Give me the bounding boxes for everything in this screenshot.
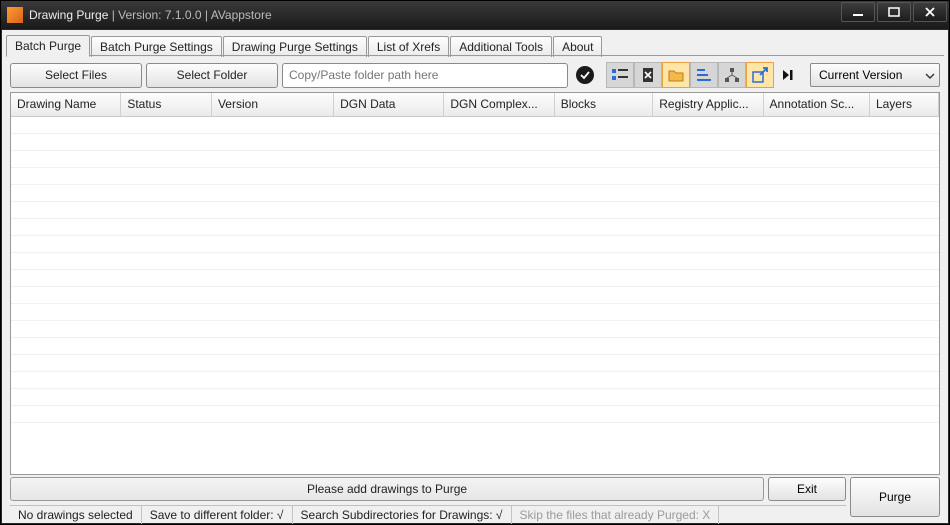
status-save-diff-folder: Save to different folder: √ [142, 506, 293, 524]
tab-about[interactable]: About [553, 36, 602, 57]
minimize-icon [852, 7, 864, 17]
sort-button[interactable] [690, 62, 718, 88]
folder-path-input[interactable] [282, 63, 568, 88]
version-dropdown[interactable]: Current Version [810, 63, 940, 87]
client-area: Batch Purge Batch Purge Settings Drawing… [1, 29, 949, 524]
select-files-button[interactable]: Select Files [10, 63, 142, 88]
col-annotation-scales[interactable]: Annotation Sc... [764, 93, 870, 116]
maximize-icon [888, 7, 900, 17]
status-selected: No drawings selected [10, 506, 142, 524]
col-status[interactable]: Status [121, 93, 212, 116]
close-button[interactable] [913, 2, 947, 22]
version-dropdown-label: Current Version [819, 68, 902, 82]
col-layers[interactable]: Layers [870, 93, 939, 116]
icon-toolbar [606, 62, 802, 88]
window-title: Drawing Purge | Version: 7.1.0.0 | AVapp… [29, 8, 272, 22]
sort-icon [696, 67, 712, 83]
tab-batch-purge[interactable]: Batch Purge [6, 35, 90, 57]
select-all-button[interactable] [606, 62, 634, 88]
delete-selected-button[interactable] [634, 62, 662, 88]
checkmark-icon [580, 70, 590, 80]
status-skip-purged: Skip the files that already Purged: X [512, 506, 720, 524]
close-icon [924, 7, 936, 17]
drawings-grid[interactable]: Drawing Name Status Version DGN Data DGN… [10, 92, 940, 475]
select-folder-button[interactable]: Select Folder [146, 63, 278, 88]
tab-strip: Batch Purge Batch Purge Settings Drawing… [6, 34, 944, 56]
list-check-icon [612, 67, 628, 83]
window-controls [841, 1, 949, 29]
maximize-button[interactable] [877, 2, 911, 22]
status-bar: No drawings selected Save to different f… [10, 505, 846, 524]
title-version: | Version: 7.1.0.0 | AVappstore [108, 8, 271, 22]
grid-header[interactable]: Drawing Name Status Version DGN Data DGN… [11, 93, 939, 117]
open-folder-button[interactable] [662, 62, 690, 88]
toolbar: Select Files Select Folder [10, 62, 940, 88]
export-arrow-icon [752, 67, 768, 83]
message-bar: Please add drawings to Purge [10, 477, 764, 501]
bottom-row: Please add drawings to Purge Exit No dra… [10, 477, 940, 517]
exit-button[interactable]: Exit [768, 477, 846, 501]
col-blocks[interactable]: Blocks [555, 93, 654, 116]
folder-open-icon [668, 68, 684, 82]
app-icon [7, 7, 23, 23]
chevron-down-icon [925, 68, 935, 82]
export-button[interactable] [746, 62, 774, 88]
status-search-subdirs: Search Subdirectories for Drawings: √ [293, 506, 512, 524]
minimize-button[interactable] [841, 2, 875, 22]
tab-list-of-xrefs[interactable]: List of Xrefs [368, 36, 449, 57]
tab-page-batch-purge: Select Files Select Folder [6, 56, 944, 521]
tab-additional-tools[interactable]: Additional Tools [450, 36, 552, 57]
confirm-path-button[interactable] [576, 66, 594, 84]
tab-underline [6, 55, 944, 56]
grid-body [11, 117, 939, 474]
clipboard-x-icon [640, 67, 656, 83]
col-dgn-data[interactable]: DGN Data [334, 93, 444, 116]
message-text: Please add drawings to Purge [307, 482, 467, 496]
col-dgn-complex[interactable]: DGN Complex... [444, 93, 554, 116]
col-version[interactable]: Version [212, 93, 334, 116]
tab-drawing-purge-settings[interactable]: Drawing Purge Settings [223, 36, 367, 57]
skip-end-icon [781, 68, 795, 82]
col-drawing-name[interactable]: Drawing Name [11, 93, 121, 116]
hierarchy-icon [724, 67, 740, 83]
app-window: Drawing Purge | Version: 7.1.0.0 | AVapp… [0, 0, 950, 525]
purge-button[interactable]: Purge [850, 477, 940, 517]
skip-end-button[interactable] [774, 62, 802, 88]
tab-batch-purge-settings[interactable]: Batch Purge Settings [91, 36, 222, 57]
title-app: Drawing Purge [29, 8, 108, 22]
titlebar[interactable]: Drawing Purge | Version: 7.1.0.0 | AVapp… [1, 1, 949, 29]
tree-button[interactable] [718, 62, 746, 88]
col-registry-apps[interactable]: Registry Applic... [653, 93, 763, 116]
